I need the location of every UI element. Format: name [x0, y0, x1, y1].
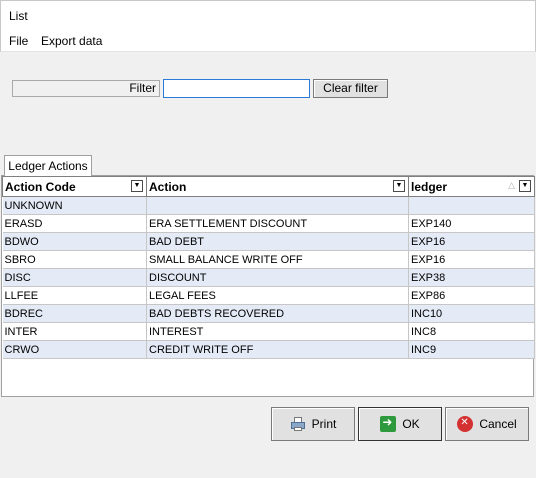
ok-arrow-icon — [380, 415, 397, 432]
printer-icon — [290, 416, 306, 432]
cell-ledger: EXP16 — [408, 250, 535, 269]
cell-action-code: CRWO — [2, 340, 147, 359]
column-header-action-code[interactable]: Action Code ▼ — [2, 176, 147, 197]
title-bar: List — [0, 0, 536, 31]
cancel-button-label: Cancel — [479, 417, 517, 431]
cell-ledger — [408, 196, 535, 215]
dropdown-icon[interactable]: ▼ — [393, 180, 405, 192]
cell-action — [146, 196, 409, 215]
cell-action: BAD DEBT — [146, 232, 409, 251]
cell-action: INTEREST — [146, 322, 409, 341]
cell-action-code: BDREC — [2, 304, 147, 323]
ok-button-label: OK — [402, 417, 420, 431]
cell-ledger: INC9 — [408, 340, 535, 359]
print-button-label: Print — [311, 417, 337, 431]
table-row[interactable]: BDREC BAD DEBTS RECOVERED INC10 — [2, 304, 535, 323]
cell-action-code: BDWO — [2, 232, 147, 251]
menu-file[interactable]: File — [8, 34, 29, 48]
cell-ledger: INC10 — [408, 304, 535, 323]
cell-ledger: EXP38 — [408, 268, 535, 287]
cancel-button[interactable]: Cancel — [445, 407, 529, 441]
table-row[interactable]: CRWO CREDIT WRITE OFF INC9 — [2, 340, 535, 359]
table-row[interactable]: SBRO SMALL BALANCE WRITE OFF EXP16 — [2, 250, 535, 269]
cell-action: CREDIT WRITE OFF — [146, 340, 409, 359]
clear-filter-button[interactable]: Clear filter — [313, 79, 388, 98]
cell-action-code: INTER — [2, 322, 147, 341]
column-header-label: Action — [149, 179, 187, 194]
column-header-ledger[interactable]: ledger △ ▼ — [408, 176, 535, 197]
table-row[interactable]: INTER INTEREST INC8 — [2, 322, 535, 341]
table-row[interactable]: ERASD ERA SETTLEMENT DISCOUNT EXP140 — [2, 214, 535, 233]
cell-action: ERA SETTLEMENT DISCOUNT — [146, 214, 409, 233]
ok-button[interactable]: OK — [358, 407, 442, 441]
table-row[interactable]: LLFEE LEGAL FEES EXP86 — [2, 286, 535, 305]
ledger-actions-grid: Action Code ▼ Action ▼ ledger △ ▼ UNKNOW… — [2, 176, 535, 359]
menu-bar: File Export data — [0, 31, 536, 52]
cell-ledger: INC8 — [408, 322, 535, 341]
cell-action: LEGAL FEES — [146, 286, 409, 305]
menu-export-data[interactable]: Export data — [40, 34, 103, 48]
tab-ledger-actions[interactable]: Ledger Actions — [4, 155, 92, 176]
grid-header-row: Action Code ▼ Action ▼ ledger △ ▼ — [2, 176, 535, 197]
cell-action-code: ERASD — [2, 214, 147, 233]
cancel-icon — [457, 416, 474, 432]
cell-action: DISCOUNT — [146, 268, 409, 287]
cell-action: SMALL BALANCE WRITE OFF — [146, 250, 409, 269]
column-header-label: Action Code — [5, 179, 76, 194]
cell-action-code: SBRO — [2, 250, 147, 269]
cell-action: BAD DEBTS RECOVERED — [146, 304, 409, 323]
cell-ledger: EXP16 — [408, 232, 535, 251]
sort-icon: △ — [508, 180, 515, 190]
cell-action-code: LLFEE — [2, 286, 147, 305]
cell-ledger: EXP140 — [408, 214, 535, 233]
dropdown-icon[interactable]: ▼ — [131, 180, 143, 192]
cell-ledger: EXP86 — [408, 286, 535, 305]
table-row[interactable]: UNKNOWN — [2, 196, 535, 215]
window-title: List — [9, 9, 28, 23]
cell-action-code: DISC — [2, 268, 147, 287]
cell-action-code: UNKNOWN — [2, 196, 147, 215]
print-button[interactable]: Print — [271, 407, 355, 441]
table-row[interactable]: BDWO BAD DEBT EXP16 — [2, 232, 535, 251]
filter-label: Filter — [12, 80, 160, 97]
dropdown-icon[interactable]: ▼ — [519, 180, 531, 192]
column-header-label: ledger — [411, 179, 448, 194]
table-row[interactable]: DISC DISCOUNT EXP38 — [2, 268, 535, 287]
filter-input[interactable] — [163, 79, 310, 98]
column-header-action[interactable]: Action ▼ — [146, 176, 409, 197]
